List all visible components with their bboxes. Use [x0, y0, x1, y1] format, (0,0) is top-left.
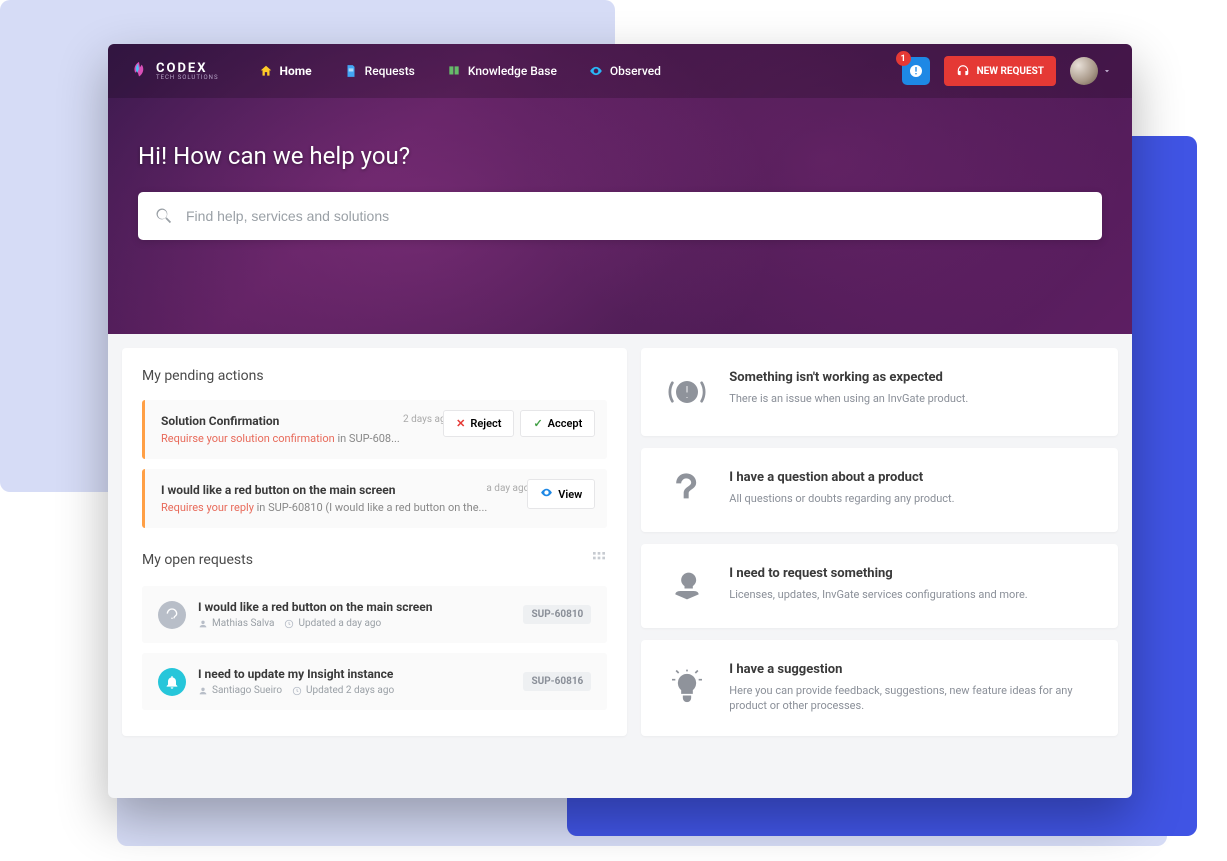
main-content: My pending actions Solution Confirmation…	[108, 334, 1132, 798]
user-icon	[198, 686, 208, 696]
section-title-open: My open requests	[142, 552, 253, 568]
avatar	[1070, 57, 1098, 85]
category-title: Something isn't working as expected	[729, 370, 1094, 385]
category-title: I have a suggestion	[729, 662, 1094, 677]
notifications-button[interactable]: 1	[902, 57, 930, 85]
app-window: CODEX TECH SOLUTIONS Home Requests Knowl…	[108, 44, 1132, 798]
chevron-down-icon	[1102, 66, 1112, 76]
nav-home[interactable]: Home	[245, 56, 326, 86]
nav-observed[interactable]: Observed	[575, 56, 675, 86]
accept-button[interactable]: ✓ Accept	[520, 410, 595, 437]
topbar: CODEX TECH SOLUTIONS Home Requests Knowl…	[108, 44, 1132, 98]
logo-mark-icon	[128, 60, 150, 82]
nav: Home Requests Knowledge Base Observed	[245, 56, 675, 86]
nav-label: Knowledge Base	[468, 64, 557, 78]
check-icon: ✓	[533, 417, 542, 430]
nav-label: Home	[280, 64, 312, 78]
search-input[interactable]	[186, 208, 1086, 224]
category-title: I have a question about a product	[729, 470, 1094, 485]
button-label: Reject	[470, 417, 501, 430]
nav-requests[interactable]: Requests	[330, 56, 429, 86]
view-button[interactable]: View	[527, 479, 595, 509]
file-icon	[344, 64, 358, 78]
clock-icon	[284, 619, 294, 629]
question-circle-icon	[158, 601, 186, 629]
grid-view-toggle[interactable]	[591, 550, 607, 570]
hero: CODEX TECH SOLUTIONS Home Requests Knowl…	[108, 44, 1132, 334]
nav-label: Requests	[365, 64, 415, 78]
warning-icon	[665, 370, 709, 414]
button-label: Accept	[548, 417, 583, 430]
nav-label: Observed	[610, 64, 661, 78]
question-icon	[665, 470, 709, 510]
hero-content: Hi! How can we help you?	[108, 98, 1132, 240]
reject-button[interactable]: ✕ Reject	[443, 410, 514, 437]
logo-text: CODEX TECH SOLUTIONS	[156, 62, 219, 81]
button-label: NEW REQUEST	[977, 66, 1044, 77]
home-icon	[259, 64, 273, 78]
section-title-pending: My pending actions	[142, 368, 607, 384]
lightbulb-icon	[665, 662, 709, 714]
notification-badge: 1	[896, 51, 911, 66]
nav-knowledge-base[interactable]: Knowledge Base	[433, 56, 571, 86]
pending-action-card[interactable]: Solution Confirmation Requirse your solu…	[142, 400, 607, 459]
new-request-button[interactable]: NEW REQUEST	[944, 56, 1056, 86]
category-request[interactable]: I need to request something Licenses, up…	[641, 544, 1118, 628]
pending-action-card[interactable]: I would like a red button on the main sc…	[142, 469, 607, 528]
hand-icon	[665, 566, 709, 606]
action-timestamp: a day ago	[486, 483, 529, 494]
search-box[interactable]	[138, 192, 1102, 240]
request-id-badge: SUP-60810	[523, 605, 591, 624]
category-desc: Here you can provide feedback, suggestio…	[729, 683, 1094, 714]
category-suggestion[interactable]: I have a suggestion Here you can provide…	[641, 640, 1118, 736]
request-title: I need to update my Insight instance	[198, 667, 511, 681]
request-meta: Mathias Salva Updated a day ago	[198, 618, 511, 629]
alert-icon	[908, 63, 924, 79]
category-question[interactable]: I have a question about a product All qu…	[641, 448, 1118, 532]
request-meta: Santiago Sueiro Updated 2 days ago	[198, 685, 511, 696]
eye-icon	[589, 64, 603, 78]
bell-circle-icon	[158, 668, 186, 696]
user-icon	[198, 619, 208, 629]
eye-icon	[540, 486, 553, 502]
clock-icon	[292, 686, 302, 696]
x-icon: ✕	[456, 417, 465, 430]
category-desc: All questions or doubts regarding any pr…	[729, 491, 1094, 506]
open-request-card[interactable]: I need to update my Insight instance San…	[142, 653, 607, 710]
search-icon	[154, 206, 174, 226]
button-label: View	[558, 488, 582, 501]
category-desc: Licenses, updates, InvGate services conf…	[729, 587, 1094, 602]
headset-icon	[956, 64, 970, 78]
category-title: I need to request something	[729, 566, 1094, 581]
request-title: I would like a red button on the main sc…	[198, 600, 511, 614]
open-request-card[interactable]: I would like a red button on the main sc…	[142, 586, 607, 643]
user-menu[interactable]	[1070, 57, 1112, 85]
hero-title: Hi! How can we help you?	[138, 142, 1102, 170]
panel-pending-open: My pending actions Solution Confirmation…	[122, 348, 627, 736]
category-desc: There is an issue when using an InvGate …	[729, 391, 1094, 406]
request-id-badge: SUP-60816	[523, 672, 591, 691]
category-issue[interactable]: Something isn't working as expected Ther…	[641, 348, 1118, 436]
book-icon	[447, 64, 461, 78]
logo[interactable]: CODEX TECH SOLUTIONS	[128, 60, 219, 82]
